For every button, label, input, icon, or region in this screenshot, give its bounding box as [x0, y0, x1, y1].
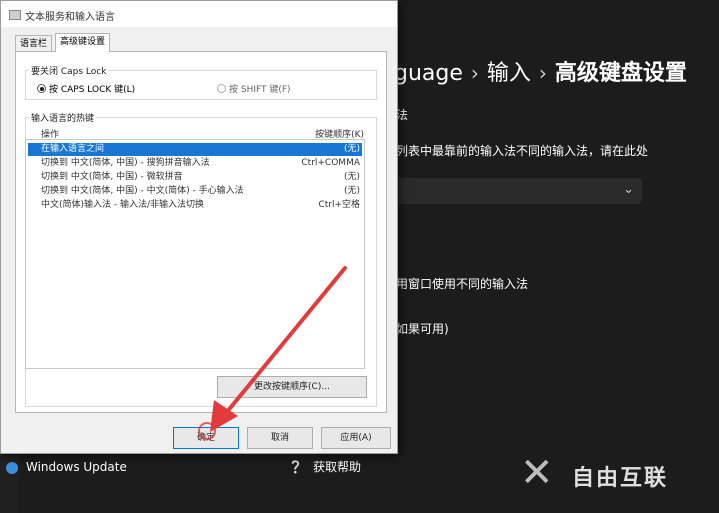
radio-caps-lock[interactable]: 按 CAPS LOCK 键(L)	[37, 82, 135, 95]
chevron-right-icon: ›	[470, 61, 479, 85]
hotkey-list[interactable]: 在输入语言之间 (无) 切换到 中文(简体, 中国) - 搜狗拼音输入法 Ctrl+…	[25, 139, 365, 369]
row-keys: (无)	[343, 144, 360, 154]
breadcrumb-input[interactable]: 输入	[487, 55, 531, 87]
sidebar-item-windows-update[interactable]: Windows Update	[6, 460, 127, 474]
help-label: 获取帮助	[312, 460, 361, 474]
radio-unselected-icon	[217, 84, 226, 93]
list-item[interactable]: 切换到 中文(简体, 中国) - 搜狗拼音输入法 Ctrl+COMMA	[28, 157, 362, 170]
title-bar[interactable]: 文本服务和输入语言	[1, 1, 397, 27]
list-item[interactable]: 切换到 中文(简体, 中国) - 中文(简体) - 手心输入法 (无)	[28, 185, 362, 198]
tab-language-bar[interactable]: 语言栏	[15, 35, 53, 52]
row-action: 切换到 中文(简体, 中国) - 中文(简体) - 手心输入法	[41, 186, 244, 196]
apply-button[interactable]: 应用(A)	[321, 427, 391, 449]
x-logo-icon: ✕	[520, 450, 554, 496]
cancel-button[interactable]: 取消	[247, 427, 313, 449]
hotkey-group-title: 输入语言的热键	[29, 111, 97, 124]
watermark-logo: ✕ 自由互联	[520, 448, 710, 498]
radio-selected-icon	[37, 84, 46, 93]
window-icon	[9, 10, 21, 20]
help-link[interactable]: ❔ 获取帮助	[288, 458, 361, 475]
chevron-down-icon: ⌄	[623, 182, 634, 197]
row-action: 中文(简体)输入法 - 输入法/非输入法切换	[41, 200, 205, 210]
list-item[interactable]: 切换到 中文(简体, 中国) - 微软拼音 (无)	[28, 171, 362, 184]
row-action: 切换到 中文(简体, 中国) - 搜狗拼音输入法	[41, 158, 210, 168]
per-window-option[interactable]: 用窗口使用不同的输入法	[396, 275, 528, 292]
description-text: 列表中最靠前的输入法不同的输入法，请在此处	[396, 144, 649, 158]
tab-advanced-key-settings[interactable]: 高级键设置	[55, 33, 111, 52]
chevron-right-icon: ›	[538, 61, 547, 85]
windows-update-icon	[6, 461, 18, 474]
dialog-title: 文本服务和输入语言	[25, 12, 115, 23]
watermark-text: 自由互联	[572, 466, 669, 491]
row-keys: Ctrl+空格	[318, 200, 360, 210]
row-keys: (无)	[343, 172, 360, 182]
change-key-sequence-button[interactable]: 更改按键顺序(C)...	[217, 376, 367, 398]
page-title: 高级键盘设置	[554, 61, 687, 86]
row-action: 在输入语言之间	[41, 144, 105, 154]
breadcrumb-language[interactable]: guage	[394, 61, 463, 86]
breadcrumb: guage › 输入 › 高级键盘设置	[394, 55, 687, 87]
radio-caps-label: 按 CAPS LOCK 键(L)	[49, 85, 136, 95]
caps-lock-group-title: 要关闭 Caps Lock	[29, 64, 109, 77]
row-action: 切换到 中文(简体, 中国) - 微软拼音	[41, 172, 183, 182]
sidebar-item-label: Windows Update	[26, 460, 127, 474]
row-keys: Ctrl+COMMA	[301, 158, 360, 168]
default-input-select[interactable]: ⌄	[394, 178, 642, 204]
radio-shift-label: 按 SHIFT 键(F)	[229, 85, 291, 95]
row-keys: (无)	[343, 186, 360, 196]
list-item[interactable]: 中文(简体)输入法 - 输入法/非输入法切换 Ctrl+空格	[28, 199, 362, 212]
text-services-dialog: 文本服务和输入语言 语言栏 高级键设置 要关闭 Caps Lock 按 CAPS…	[0, 0, 398, 454]
help-icon: ❔	[288, 460, 303, 474]
click-indicator-icon	[198, 422, 216, 440]
radio-shift[interactable]: 按 SHIFT 键(F)	[217, 82, 291, 95]
option-text[interactable]: 如果可用)	[396, 320, 449, 337]
list-item[interactable]: 在输入语言之间 (无)	[28, 143, 362, 156]
